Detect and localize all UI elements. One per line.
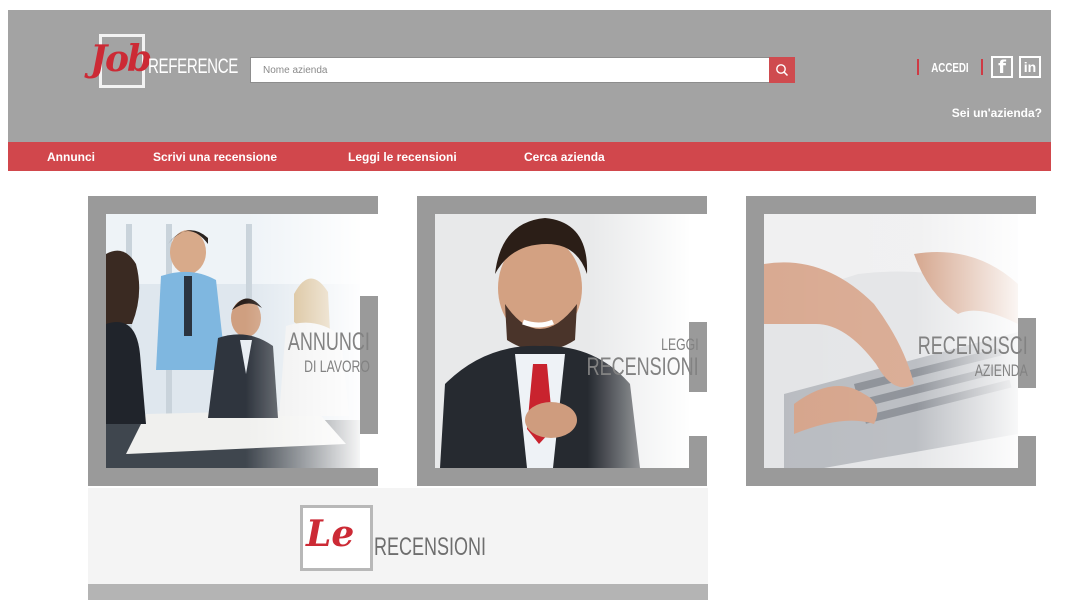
divider bbox=[981, 59, 983, 75]
card-title-line2: DI LAVORO bbox=[304, 357, 370, 376]
card-title-line1: RECENSISCI bbox=[917, 332, 1028, 360]
reviews-list-header bbox=[88, 584, 708, 600]
logo-script: Job bbox=[90, 38, 152, 80]
nav-item-leggi-recensioni[interactable]: Leggi le recensioni bbox=[348, 150, 457, 164]
nav-item-scrivi-recensione[interactable]: Scrivi una recensione bbox=[153, 150, 277, 164]
search-input[interactable] bbox=[251, 58, 794, 82]
company-link[interactable]: Sei un'azienda? bbox=[952, 106, 1042, 120]
card-title-line2: RECENSIONI bbox=[586, 353, 699, 381]
nav-item-cerca-azienda[interactable]: Cerca azienda bbox=[524, 150, 605, 164]
card-title-line1: LEGGI bbox=[661, 335, 699, 354]
account-area: ACCEDI f in bbox=[917, 52, 1041, 82]
linkedin-icon[interactable]: in bbox=[1019, 56, 1041, 78]
card-job-listings[interactable]: ANNUNCI DI LAVORO bbox=[88, 196, 378, 486]
search-bar bbox=[250, 57, 795, 83]
search-icon bbox=[776, 64, 789, 77]
login-link[interactable]: ACCEDI bbox=[927, 60, 973, 75]
logo-word: REFERENCE bbox=[148, 55, 239, 78]
facebook-icon[interactable]: f bbox=[991, 56, 1013, 78]
main-nav: Annunci Scrivi una recensione Leggi le r… bbox=[8, 142, 1051, 171]
card-title: ANNUNCI DI LAVORO bbox=[256, 328, 370, 376]
reviews-logo-word: RECENSIONI bbox=[374, 533, 487, 561]
reviews-logo-script: Le bbox=[306, 513, 355, 555]
card-title-line1: ANNUNCI bbox=[287, 328, 370, 356]
card-read-reviews[interactable]: LEGGI RECENSIONI bbox=[417, 196, 707, 486]
divider bbox=[917, 59, 920, 75]
site-logo[interactable]: Job REFERENCE bbox=[90, 32, 250, 92]
reviews-heading: Le RECENSIONI bbox=[300, 505, 510, 575]
nav-item-annunci[interactable]: Annunci bbox=[47, 150, 95, 164]
card-title: RECENSISCI AZIENDA bbox=[875, 332, 1028, 380]
card-review-company[interactable]: RECENSISCI AZIENDA bbox=[746, 196, 1036, 486]
card-title-line2: AZIENDA bbox=[974, 361, 1028, 380]
site-header: Job REFERENCE ACCEDI f in Sei un'azienda… bbox=[8, 10, 1051, 142]
card-title: LEGGI RECENSIONI bbox=[543, 336, 699, 380]
search-button[interactable] bbox=[769, 57, 795, 83]
